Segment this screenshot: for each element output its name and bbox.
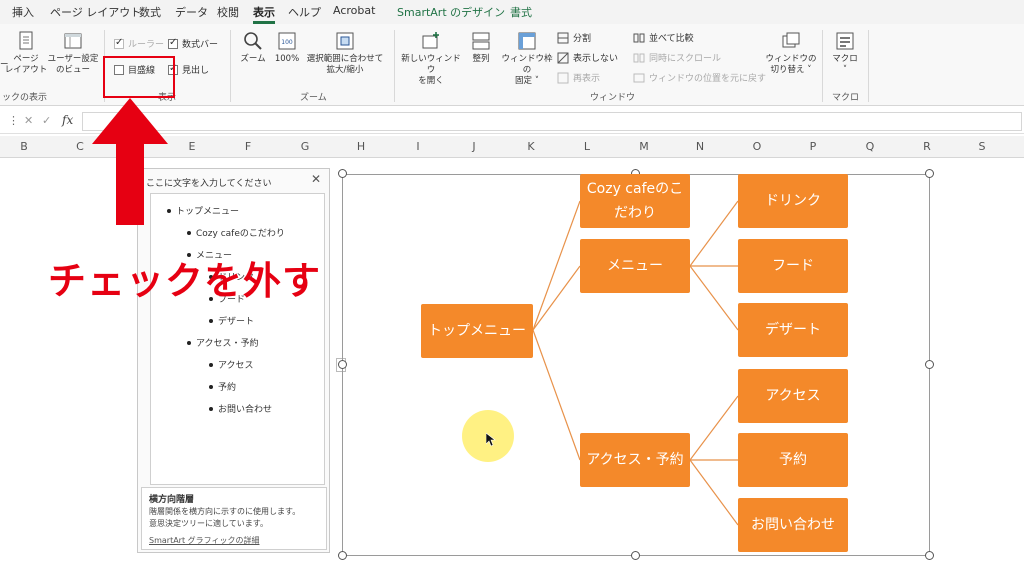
smartart-node-contact[interactable]: お問い合わせ — [738, 498, 848, 552]
smartart-node-access[interactable]: アクセス — [738, 369, 848, 423]
connector-line — [689, 395, 739, 461]
smartart-node-drinks[interactable]: ドリンク — [738, 174, 848, 228]
connector-line — [532, 265, 581, 331]
connector-line — [532, 200, 581, 331]
mouse-pointer-icon — [486, 433, 496, 447]
connector-line — [689, 459, 739, 526]
smartart-node-dessert[interactable]: デザート — [738, 303, 848, 357]
smartart-node-food[interactable]: フード — [738, 239, 848, 293]
annotation-caption: チェックを外す — [48, 259, 322, 303]
smartart-node-concept[interactable]: Cozy cafeのこだわり — [580, 174, 690, 228]
smartart-node-access-reservation[interactable]: アクセス・予約 — [580, 433, 690, 487]
connector-line — [689, 200, 739, 267]
smartart-node-top-menu[interactable]: トップメニュー — [421, 304, 533, 358]
smartart-node-menu[interactable]: メニュー — [580, 239, 690, 293]
red-arrow-icon — [92, 98, 168, 225]
connector-line — [532, 329, 581, 461]
smartart-node-reservation[interactable]: 予約 — [738, 433, 848, 487]
connector-line — [689, 265, 739, 331]
